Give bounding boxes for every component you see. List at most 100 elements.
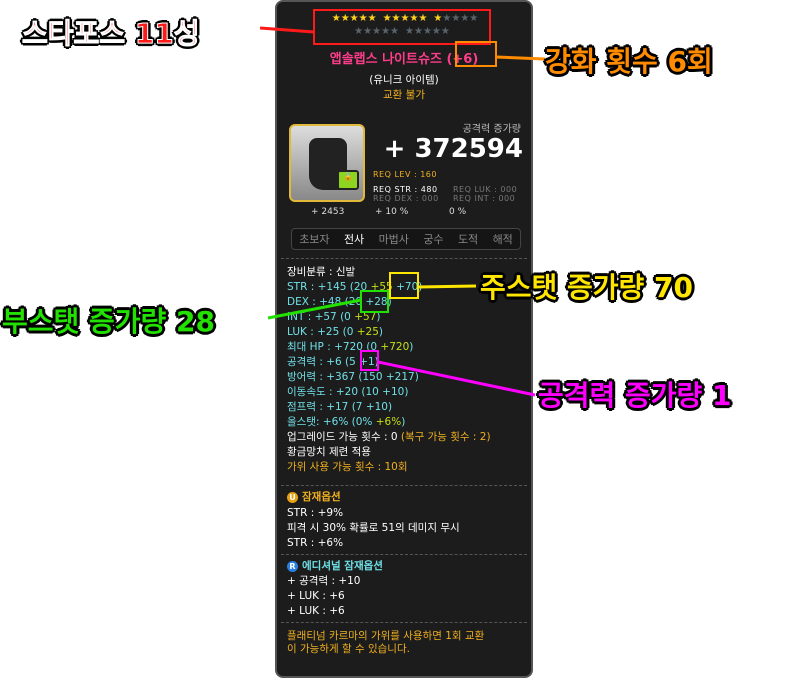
bonus: +55 [370,281,393,293]
star-empty-icon: ★ [381,26,391,37]
enhance: +10 [382,386,405,398]
additional-line: + 공격력 : +10 [287,575,361,587]
upgrade-count: 업그레이드 가능 횟수 : 0 (복구 가능 횟수 : 2) [287,430,491,445]
label: STR : +145 (20 [287,281,368,293]
additional-title: R 에디셔널 잠재옵션 [287,559,383,574]
bonus: +57 [354,311,377,323]
bonus: +25 [356,326,379,338]
stat-str: STR : +145 (20 +55 +70) [287,281,423,293]
star-empty-icon: ★ [390,26,399,37]
star-empty-icon: ★ [431,26,441,37]
annotation-enhance: 강화 횟수 6회 [545,45,713,78]
label: LUK : +25 (0 [287,326,354,338]
annotation-sub-stat: 부스탯 증가량 28 [2,305,216,338]
title: 에디셔널 잠재옵션 [302,560,383,572]
job-archer: 궁수 [423,233,444,246]
divider [281,258,527,259]
label: 최대 HP : +720 (0 [287,341,378,353]
stat-jump: 점프력 : +17 (7 +10) [287,401,393,413]
enhance: +28 [365,296,388,308]
divider [281,622,527,623]
divider [281,554,527,555]
unique-badge-icon: U [287,491,298,503]
annotation-main-stat: 주스탯 증가량 70 [480,271,694,304]
starforce-stars: ★★★★★ ★★★★★ ★★★★★ ★★★★★ ★★★★★ [317,12,493,38]
stat-atk: 공격력 : +6 (5 +1) [287,356,379,368]
enhance: +70 [396,281,419,293]
star-filled-icon: ★ [367,13,377,24]
stat-category: 장비분류 : 신발 [287,266,356,278]
annotation-starforce: 스타포스 11성 [22,17,201,51]
job-warrior: 전사 [343,233,365,246]
star-filled-icon: ★ [391,13,401,24]
label: 업그레이드 가능 횟수 : 0 [287,431,398,443]
star-empty-icon: ★ [422,26,432,37]
divider [281,485,527,486]
trade-status: 교환 불가 [383,89,425,101]
star-empty-icon: ★ [405,26,414,37]
item-name: 앱솔랩스 나이트슈즈 (+6) [277,48,531,67]
req-int: REQ INT : 000 [453,194,516,203]
label: 공격력 : +6 (5 [287,356,356,368]
req-str: REQ STR : 480 [373,185,438,194]
item-tooltip: ★★★★★ ★★★★★ ★★★★★ ★★★★★ ★★★★★ 앱솔랩스 나이트슈즈 (+6… [275,0,533,678]
star-empty-icon: ★ [451,13,461,24]
label: 이동속도 : +20 (10 [287,386,379,398]
star-filled-icon: ★ [340,13,350,24]
star-filled-icon: ★ [418,13,428,24]
star-filled-icon: ★ [382,13,392,24]
bottom-value-1: + 2453 [311,207,345,217]
star-filled-icon: ★ [349,13,359,24]
item-grade: (유니크 아이템) [369,74,439,86]
job-tabs: 초보자 전사 마법사 궁수 도적 해적 [291,228,521,250]
stat-int: INT : +57 (0 +57) [287,311,381,323]
star-filled-icon: ★ [358,13,368,24]
stat-speed: 이동속도 : +20 (10 +10) [287,386,409,398]
enhance-count: (+6) [446,52,479,67]
bottom-value-3: 0 % [449,207,467,217]
enhance: +1 [359,356,375,368]
star-empty-icon: ★ [460,13,470,24]
scissors-count: 가위 사용 가능 횟수 : 10회 [287,461,408,473]
stat-def: 방어력 : +367 (150 +217) [287,371,419,383]
label: INT : +57 (0 [287,311,351,323]
bottom-value-2: + 10 % [375,207,409,217]
potential-title: U 잠재옵션 [287,490,341,505]
job-pirate: 해적 [492,233,513,246]
req-dex: REQ DEX : 000 [373,194,439,203]
potential-line: 피격 시 30% 확률로 51의 데미지 무시 [287,522,460,534]
label: 올스탯: +6% (0% [287,416,373,428]
star-empty-icon: ★ [413,26,423,37]
bonus: +6% [375,416,402,428]
req-luk: REQ LUK : 000 [453,185,518,194]
attack-increase-value: + 372594 [383,134,523,164]
stat-allstat: 올스탯: +6% (0% +6%) [287,416,406,428]
annotation-attack: 공격력 증가량 1 [538,379,732,412]
potential-line: STR : +6% [287,537,344,549]
restore-count: (복구 가능 횟수 : 2) [400,431,491,443]
enhance: +217 [385,371,415,383]
lock-icon: 🔒 [337,170,359,190]
bonus: +720 [380,341,410,353]
additional-line: + LUK : +6 [287,590,345,602]
stat-dex: DEX : +48 (20 +28) [287,296,392,308]
job-magician: 마법사 [378,233,409,246]
req-lev: REQ LEV : 160 [373,170,437,179]
rare-badge-icon: R [287,560,298,572]
star-empty-icon: ★ [442,13,452,24]
item-icon: 🔒 [289,124,365,202]
star-empty-icon: ★ [440,26,450,37]
stat-luk: LUK : +25 (0 +25) [287,326,384,338]
job-beginner: 초보자 [299,233,330,246]
label: DEX : +48 (20 [287,296,363,308]
label: 점프력 : +17 (7 [287,401,363,413]
enhance: +10 [365,401,388,413]
star-empty-icon: ★ [469,13,479,24]
golden-hammer: 황금망치 제련 적용 [287,446,371,458]
label: 방어력 : +367 (150 [287,371,383,383]
job-thief: 도적 [457,233,479,246]
star-empty-icon: ★ [372,26,382,37]
stat-hp: 최대 HP : +720 (0 +720) [287,341,414,353]
attack-increase-label: 공격력 증가량 [462,124,521,135]
star-empty-icon: ★ [363,26,373,37]
